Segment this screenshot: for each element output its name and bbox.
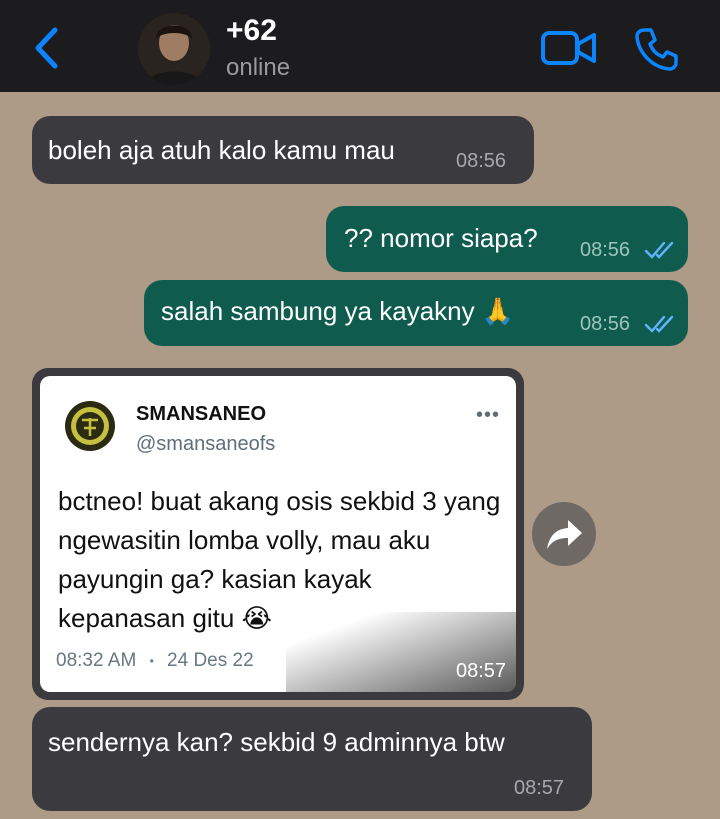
message-time: 08:56 bbox=[456, 150, 507, 172]
message-time: 08:56 bbox=[580, 313, 631, 335]
double-check-icon bbox=[644, 241, 674, 259]
outgoing-message[interactable]: salah sambung ya kayakny 🙏 08:56 bbox=[144, 280, 688, 346]
tweet-time: 08:32 AM bbox=[56, 650, 137, 671]
contact-name[interactable]: +62 bbox=[226, 14, 277, 48]
double-check-icon bbox=[644, 315, 674, 333]
tweet-meta: 08:32 AM • 24 Des 22 bbox=[56, 650, 254, 672]
more-options-icon: ••• bbox=[476, 404, 501, 426]
tweet-screenshot[interactable]: SMANSANEO @smansaneofs ••• bctneo! buat … bbox=[40, 376, 516, 692]
video-camera-icon bbox=[541, 31, 596, 65]
forward-button[interactable] bbox=[532, 502, 596, 566]
message-text: sendernya kan? sekbid 9 adminnya btw bbox=[48, 727, 505, 757]
tweet-handle: @smansaneofs bbox=[136, 433, 276, 455]
message-text: boleh aja atuh kalo kamu mau bbox=[48, 135, 395, 165]
voice-call-button[interactable] bbox=[634, 26, 680, 72]
incoming-message[interactable]: boleh aja atuh kalo kamu mau 08:56 bbox=[32, 116, 534, 184]
tweet-meta-separator: • bbox=[149, 653, 154, 668]
share-forward-icon bbox=[547, 520, 582, 549]
tweet-date: 24 Des 22 bbox=[167, 650, 254, 671]
back-button[interactable] bbox=[28, 24, 68, 72]
phone-icon bbox=[635, 28, 678, 71]
chevron-left-icon bbox=[35, 27, 58, 69]
incoming-image-message[interactable]: SMANSANEO @smansaneofs ••• bctneo! buat … bbox=[32, 368, 524, 700]
message-text: salah sambung ya kayakny 🙏 bbox=[161, 296, 515, 326]
message-time: 08:57 bbox=[456, 660, 507, 682]
contact-avatar[interactable] bbox=[138, 13, 210, 85]
tweet-account-name: SMANSANEO bbox=[136, 403, 267, 425]
message-text: ?? nomor siapa? bbox=[344, 223, 538, 253]
incoming-message[interactable]: sendernya kan? sekbid 9 adminnya btw 08:… bbox=[32, 707, 592, 811]
chat-header: +62 online bbox=[0, 0, 720, 92]
outgoing-message[interactable]: ?? nomor siapa? 08:56 bbox=[326, 206, 688, 272]
contact-status: online bbox=[226, 54, 291, 81]
school-logo-icon bbox=[65, 401, 115, 451]
video-call-button[interactable] bbox=[540, 28, 598, 68]
message-time: 08:56 bbox=[580, 239, 631, 261]
message-time: 08:57 bbox=[514, 777, 565, 799]
